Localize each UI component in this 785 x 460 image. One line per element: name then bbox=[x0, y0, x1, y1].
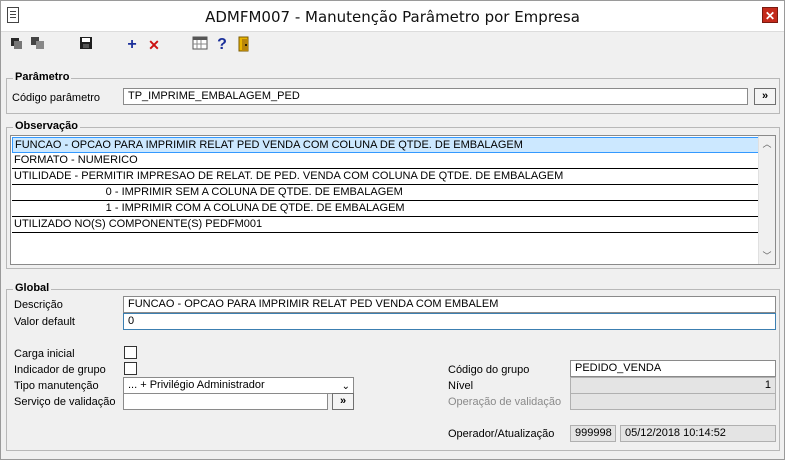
copy-button[interactable] bbox=[29, 36, 47, 54]
first-record-icon bbox=[11, 38, 22, 49]
scroll-up-icon[interactable]: ︿ bbox=[759, 136, 775, 152]
servico-validacao-lookup-button[interactable]: » bbox=[332, 393, 354, 410]
tipo-manutencao-value: ... + Privilégio Administrador bbox=[128, 379, 265, 391]
nivel-field: 1 bbox=[570, 377, 776, 394]
list-item[interactable]: 1 - IMPRIMIR COM A COLUNA DE QTDE. DE EM… bbox=[12, 201, 760, 217]
indicador-grupo-checkbox[interactable] bbox=[124, 362, 137, 375]
tipo-manutencao-label: Tipo manutenção bbox=[14, 380, 99, 392]
servico-validacao-label: Serviço de validação bbox=[14, 396, 116, 408]
help-button[interactable]: ? bbox=[213, 36, 231, 54]
list-item[interactable]: 0 - IMPRIMIR SEM A COLUNA DE QTDE. DE EM… bbox=[12, 185, 760, 201]
operador-atualizacao-label: Operador/Atualização bbox=[448, 428, 555, 440]
codigo-parametro-label: Código parâmetro bbox=[12, 92, 101, 104]
exit-button[interactable] bbox=[235, 36, 253, 54]
tipo-manutencao-select[interactable]: ... + Privilégio Administrador ⌄ bbox=[123, 377, 354, 394]
application-window: ADMFM007 - Manutenção Parâmetro por Empr… bbox=[0, 0, 785, 460]
save-button[interactable] bbox=[77, 36, 95, 54]
operador-field: 999998 bbox=[570, 425, 616, 442]
codigo-parametro-field[interactable]: TP_IMPRIME_EMBALAGEM_PED bbox=[123, 88, 748, 105]
codigo-parametro-lookup-button[interactable]: » bbox=[754, 88, 776, 105]
servico-validacao-field[interactable] bbox=[123, 393, 328, 410]
codigo-grupo-label: Código do grupo bbox=[448, 364, 530, 376]
parametro-group-label: Parâmetro bbox=[13, 71, 72, 83]
chevron-down-icon: ⌄ bbox=[341, 381, 350, 392]
atualizacao-field: 05/12/2018 10:14:52 bbox=[620, 425, 776, 442]
observacao-group-label: Observação bbox=[13, 120, 80, 132]
carga-inicial-checkbox[interactable] bbox=[124, 346, 137, 359]
list-item[interactable]: UTILIDADE - PERMITIR IMPRESAO DE RELAT. … bbox=[12, 169, 760, 185]
exit-door-icon bbox=[238, 36, 249, 52]
vertical-scrollbar[interactable]: ︿ ﹀ bbox=[758, 136, 775, 264]
list-item[interactable]: UTILIZADO NO(S) COMPONENTE(S) PEDFM001 bbox=[12, 217, 760, 233]
operacao-validacao-label: Operação de validação bbox=[448, 396, 562, 408]
global-group-label: Global bbox=[13, 282, 52, 294]
list-item[interactable]: FORMATO - NUMERICO bbox=[12, 153, 760, 169]
carga-inicial-label: Carga inicial bbox=[14, 348, 75, 360]
calendar-button[interactable] bbox=[191, 36, 209, 54]
window-title: ADMFM007 - Manutenção Parâmetro por Empr… bbox=[205, 8, 580, 26]
descricao-label: Descrição bbox=[14, 299, 63, 311]
descricao-field[interactable]: FUNCAO - OPCAO PARA IMPRIMIR RELAT PED V… bbox=[123, 296, 776, 313]
indicador-grupo-label: Indicador de grupo bbox=[14, 364, 106, 376]
close-button[interactable]: ✕ bbox=[762, 7, 778, 23]
list-item[interactable]: FUNCAO - OPCAO PARA IMPRIMIR RELAT PED V… bbox=[12, 137, 760, 153]
first-record-button[interactable] bbox=[7, 36, 25, 54]
codigo-grupo-field[interactable]: PEDIDO_VENDA bbox=[570, 360, 776, 377]
toolbar: + ✕ ? bbox=[7, 34, 777, 56]
valor-default-label: Valor default bbox=[14, 316, 75, 328]
copy-icon bbox=[31, 37, 44, 49]
nivel-label: Nível bbox=[448, 380, 474, 392]
operacao-validacao-field bbox=[570, 393, 776, 410]
add-button[interactable]: + bbox=[123, 36, 141, 54]
save-icon bbox=[80, 37, 92, 49]
title-bar: ADMFM007 - Manutenção Parâmetro por Empr… bbox=[1, 1, 784, 32]
valor-default-field[interactable]: 0 bbox=[123, 313, 776, 330]
observacao-list[interactable]: FUNCAO - OPCAO PARA IMPRIMIR RELAT PED V… bbox=[10, 135, 776, 265]
calendar-icon bbox=[192, 36, 208, 50]
delete-button[interactable]: ✕ bbox=[145, 36, 163, 54]
scroll-down-icon[interactable]: ﹀ bbox=[759, 248, 775, 264]
